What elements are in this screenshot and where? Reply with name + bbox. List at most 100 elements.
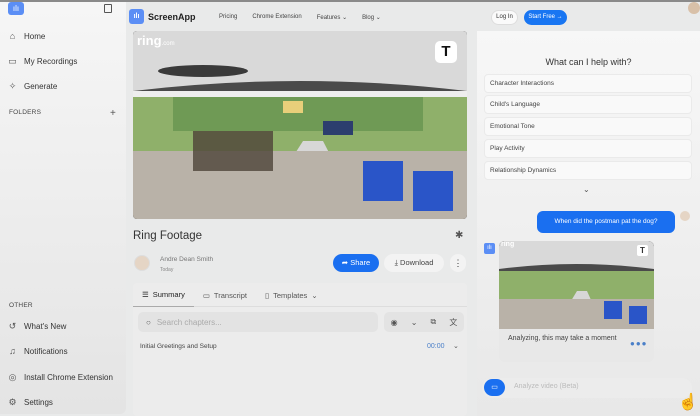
tab-label: Templates: [273, 290, 308, 300]
gear-icon: ⚙: [8, 397, 17, 407]
tab-templates[interactable]: ▯ Templates ⌄: [256, 283, 327, 307]
sidebar-item-generate[interactable]: ✧ Generate: [8, 81, 58, 92]
suggestion-item[interactable]: Character Interactions: [484, 74, 692, 93]
chevron-down-icon: ⌄: [342, 15, 348, 21]
history-icon: ↺: [8, 321, 17, 331]
suggestion-item[interactable]: Relationship Dynamics: [484, 161, 692, 180]
search-icon: ○: [146, 317, 151, 327]
tab-bar: ☰ Summary ▭ Transcript ▯ Templates ⌄: [133, 283, 467, 307]
sidebar-item-label: Install Chrome Extension: [24, 373, 113, 382]
brand[interactable]: ılı ScreenApp: [129, 9, 196, 24]
sidebar-item-settings[interactable]: ⚙ Settings: [8, 397, 53, 408]
sidebar-item-label: Settings: [24, 398, 53, 407]
copy-icon[interactable]: ⧉: [431, 317, 437, 327]
sidebar-item-my-recordings[interactable]: ▭ My Recordings: [8, 57, 78, 67]
chapter-time[interactable]: 00:00: [427, 343, 445, 350]
user-avatar: [680, 211, 690, 221]
recording-title[interactable]: Ring Footage: [133, 230, 202, 242]
collapse-sidebar-icon[interactable]: [104, 4, 112, 13]
loading-dots-icon: ●●●: [630, 339, 648, 348]
sidebar-item-label: Notifications: [24, 347, 68, 356]
tab-summary[interactable]: ☰ Summary: [133, 283, 194, 307]
chat-title: What can I help with?: [545, 57, 632, 67]
suggestion-item[interactable]: Emotional Tone: [484, 117, 692, 136]
list-icon: ☰: [142, 290, 149, 299]
more-options-icon[interactable]: ⋮: [450, 254, 466, 272]
screenapp-logo-icon: ılı: [129, 9, 144, 24]
sparkle-icon: ✧: [8, 81, 17, 91]
transcript-icon: ▭: [202, 290, 210, 300]
ai-sparkle-icon[interactable]: ✱: [455, 230, 463, 241]
sidebar-item-home[interactable]: ⌂ Home: [8, 31, 46, 42]
home-icon: ⌂: [9, 31, 16, 41]
login-button[interactable]: Log In: [491, 10, 518, 25]
sidebar-item-label: My Recordings: [24, 57, 78, 66]
user-avatar[interactable]: [688, 2, 700, 14]
search-placeholder: Search chapters...: [156, 317, 222, 327]
sidebar-item-notifications[interactable]: ♫ Notifications: [8, 346, 68, 357]
thumbnail-frame: [499, 241, 654, 329]
t-badge-icon: T: [637, 245, 648, 256]
ring-brand: ring: [137, 33, 162, 48]
suggestion-item[interactable]: Child's Language: [484, 95, 692, 114]
menu-pricing[interactable]: Pricing: [219, 14, 237, 21]
menu-label: Blog: [362, 15, 375, 21]
menu-label: Features: [316, 15, 341, 21]
sidebar-item-whats-new[interactable]: ↺ What's New: [8, 321, 67, 332]
video-player[interactable]: ring.com T: [133, 31, 467, 219]
top-header: ılı ScreenApp Pricing Chrome Extension Fe…: [126, 2, 700, 30]
share-label: Share: [350, 258, 371, 267]
top-menu: Pricing Chrome Extension Features ⌄ Blog…: [219, 14, 381, 21]
author-name: Andre Dean Smith: [160, 256, 214, 263]
tab-transcript[interactable]: ▭ Transcript: [194, 283, 256, 307]
chrome-icon: ◎: [8, 372, 17, 382]
recording-date: Today: [160, 267, 174, 273]
chat-placeholder: Analyze video (Beta): [514, 383, 579, 390]
chat-input[interactable]: ▭ Analyze video (Beta): [482, 378, 692, 398]
document-icon: ▯: [264, 290, 270, 300]
download-icon: ⤓: [394, 258, 398, 267]
video-frame: [133, 31, 467, 219]
chevron-down-icon[interactable]: ⌄: [453, 342, 459, 350]
download-button[interactable]: ⤓ Download: [384, 254, 444, 272]
sidebar-item-label: Generate: [24, 82, 58, 91]
eye-icon[interactable]: ◉: [391, 318, 398, 327]
add-folder-icon[interactable]: +: [110, 108, 116, 119]
tab-label: Summary: [152, 290, 185, 299]
sidebar-item-install-extension[interactable]: ◎ Install Chrome Extension: [8, 372, 113, 383]
chevron-down-icon[interactable]: ⌄: [411, 318, 418, 327]
ring-watermark: ring: [501, 241, 515, 248]
suggestion-item[interactable]: Play Activity: [484, 139, 692, 158]
tab-label: Transcript: [213, 290, 247, 300]
video-camera-icon[interactable]: ▭: [484, 379, 505, 396]
chapter-tools: ◉ ⌄ ⧉ 文: [384, 312, 464, 332]
sidebar: ılı ⌂ Home ▭ My Recordings ✧ Generate FOLDE…: [0, 2, 126, 414]
ring-watermark: ring.com: [137, 33, 175, 48]
share-button[interactable]: ➦ Share: [333, 254, 379, 272]
translate-icon[interactable]: 文: [449, 317, 457, 328]
chevron-down-icon: ⌄: [311, 290, 318, 300]
chevron-down-icon: ⌄: [375, 15, 381, 21]
share-icon: ➦: [341, 258, 349, 267]
bell-icon: ♫: [9, 346, 16, 356]
sidebar-item-label: What's New: [24, 322, 67, 331]
chapter-title[interactable]: Initial Greetings and Setup: [140, 343, 217, 350]
menu-features[interactable]: Features ⌄: [317, 14, 347, 21]
chevron-down-icon[interactable]: ⌄: [583, 185, 590, 194]
brand-name: ScreenApp: [148, 11, 196, 22]
search-chapters-input[interactable]: ○ Search chapters...: [138, 312, 378, 332]
folders-heading: FOLDERS: [9, 109, 42, 116]
download-label: Download: [400, 258, 434, 267]
start-free-button[interactable]: Start Free →: [524, 10, 567, 25]
t-badge-icon: T: [435, 41, 457, 63]
hand-cursor-icon: ☝: [678, 394, 698, 411]
menu-blog[interactable]: Blog ⌄: [362, 14, 381, 21]
author-avatar: [134, 255, 150, 271]
menu-chrome-extension[interactable]: Chrome Extension: [252, 14, 301, 21]
app-logo-icon[interactable]: ılı: [8, 2, 24, 15]
ring-brand-suffix: .com: [161, 41, 175, 47]
bot-reply: ring T Analyzing, this may take a moment…: [499, 241, 654, 362]
sidebar-item-label: Home: [24, 32, 46, 41]
video-thumbnail[interactable]: ring T: [499, 241, 654, 329]
user-message: When did the postman pat the dog?: [537, 211, 675, 233]
